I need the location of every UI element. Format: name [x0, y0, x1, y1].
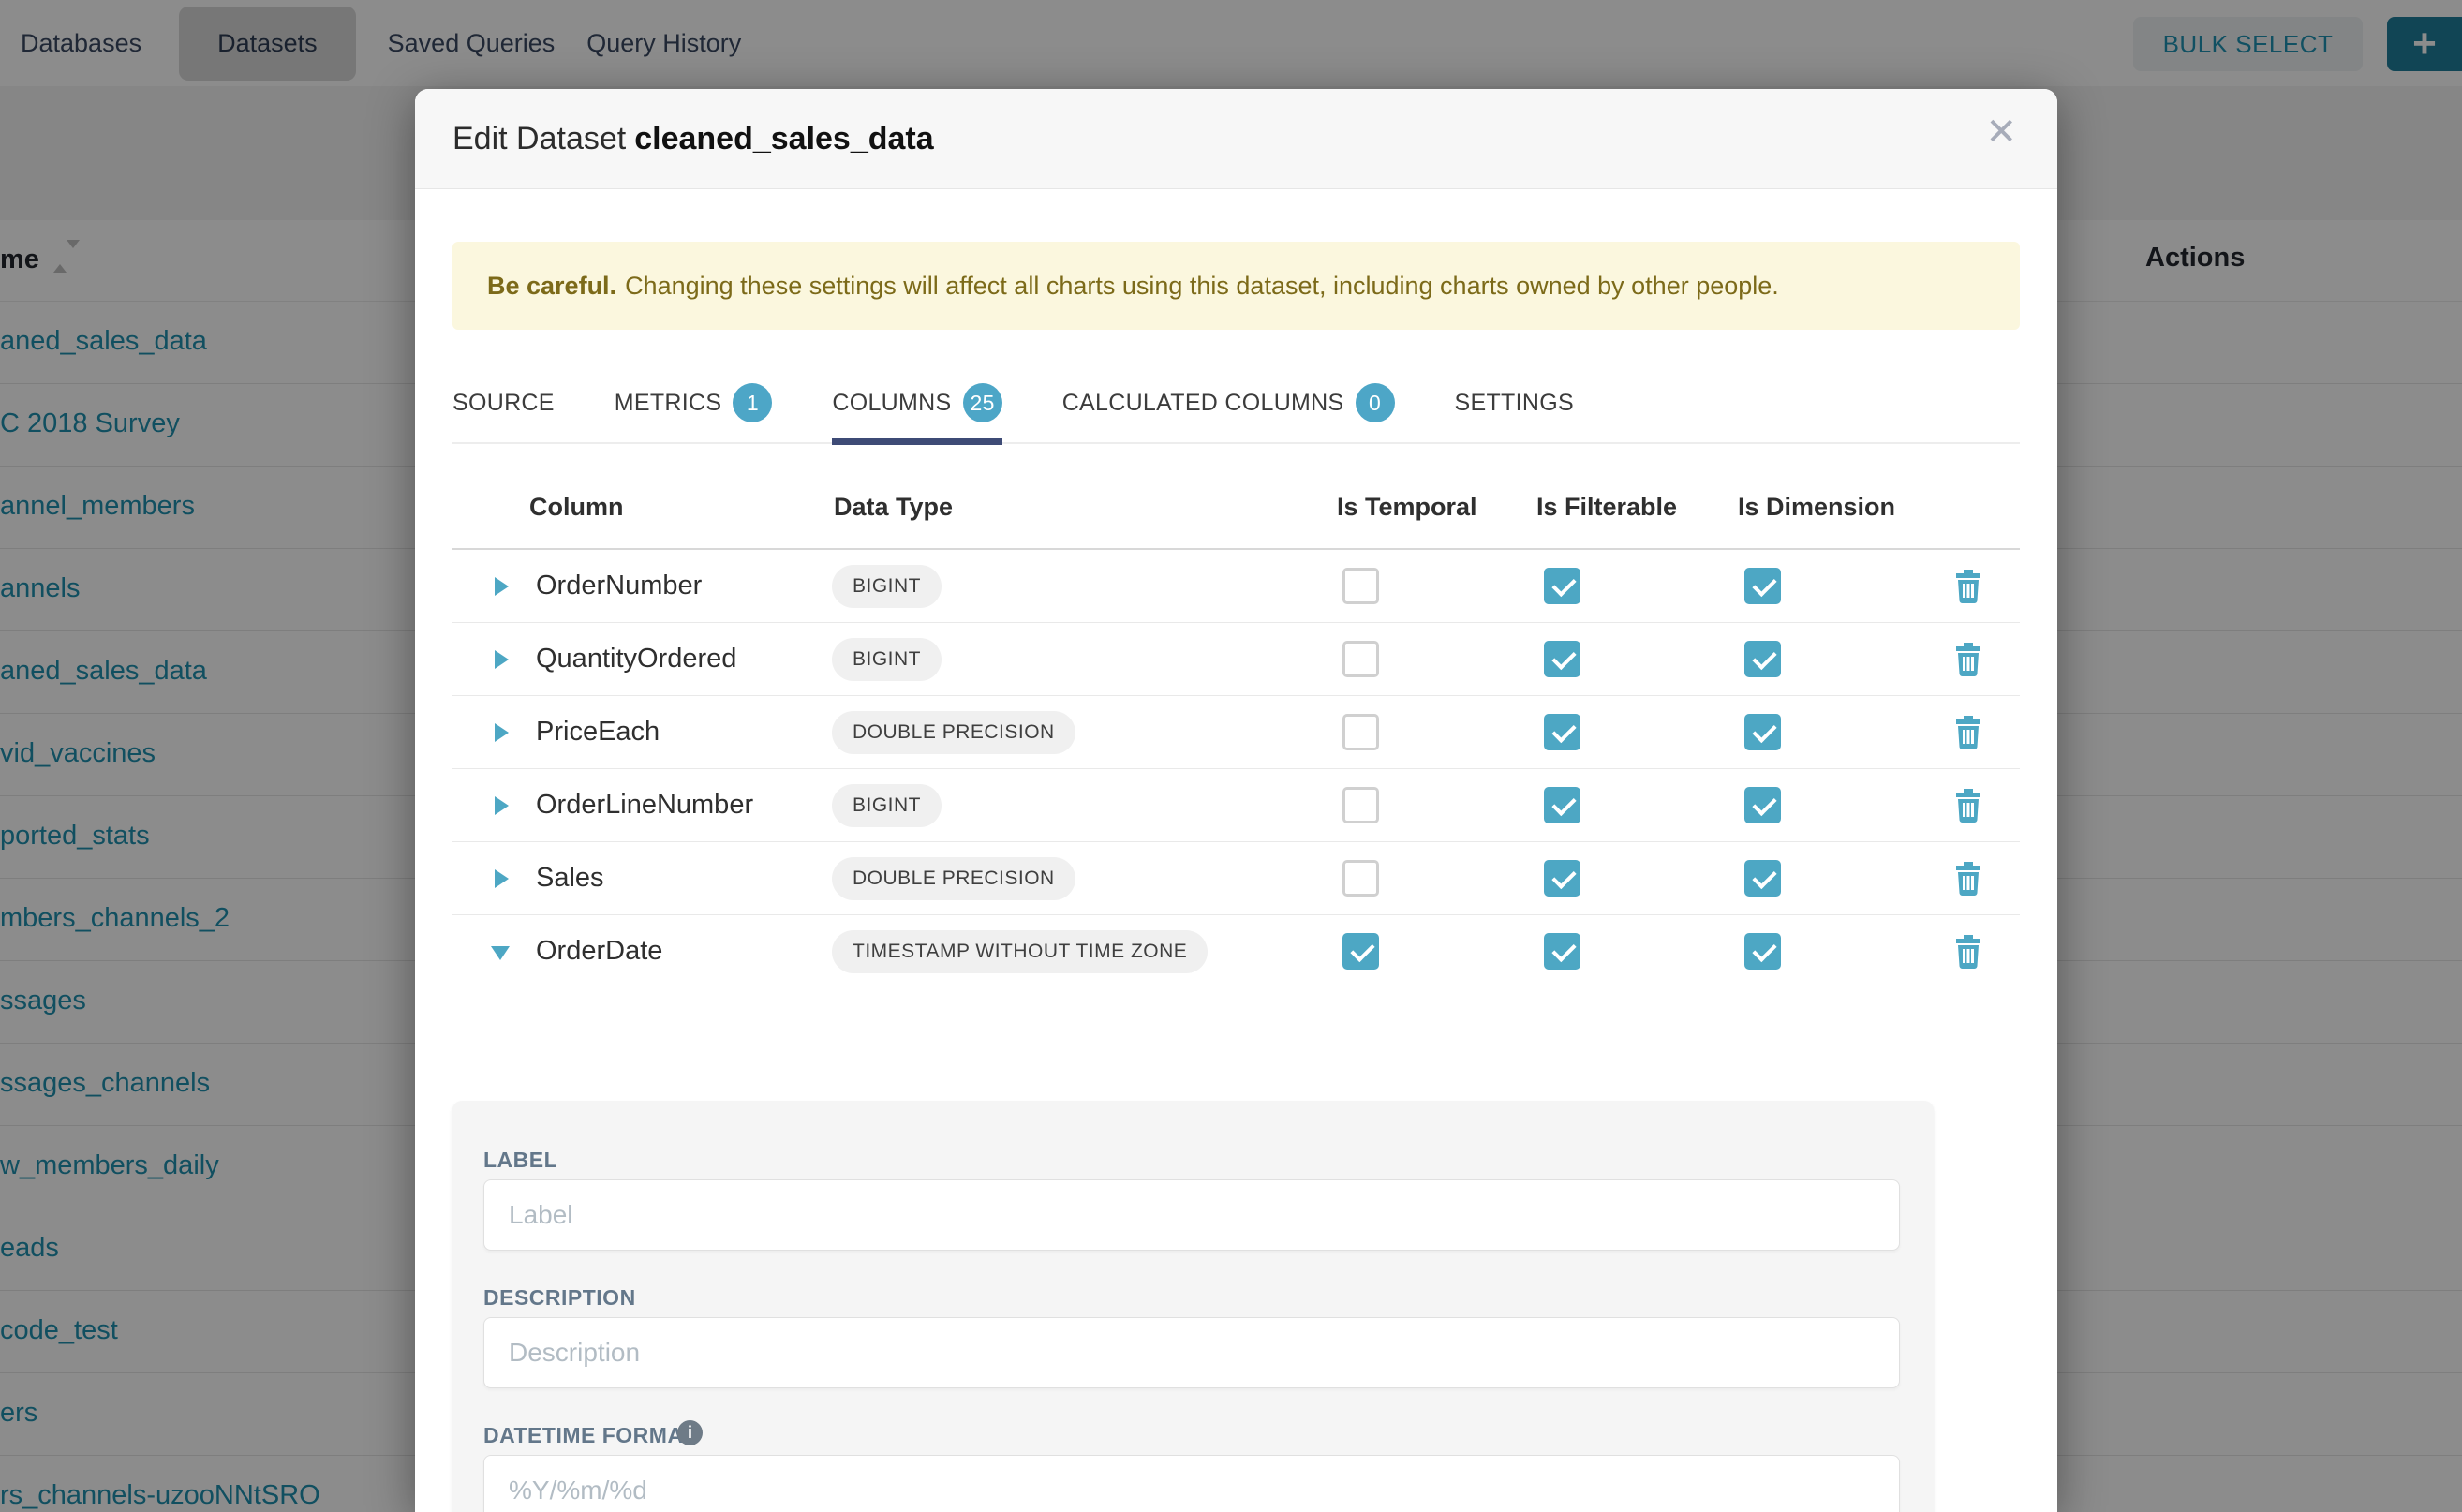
tab-calculated-columns[interactable]: CALCULATED COLUMNS 0 — [1062, 363, 1395, 443]
expand-caret-icon[interactable] — [495, 723, 509, 742]
delete-icon[interactable] — [1954, 935, 1982, 969]
column-header-datatype: Data Type — [834, 493, 953, 522]
modal-title: Edit Datasetcleaned_sales_data — [452, 121, 934, 157]
column-header-istemporal: Is Temporal — [1337, 493, 1477, 522]
column-header-column: Column — [529, 493, 624, 522]
delete-icon[interactable] — [1954, 789, 1982, 823]
label-input[interactable] — [483, 1179, 1900, 1251]
close-icon[interactable]: ✕ — [1985, 113, 2017, 151]
description-input[interactable] — [483, 1317, 1900, 1388]
expand-caret-icon[interactable] — [495, 650, 509, 669]
column-row-sales: Sales DOUBLE PRECISION — [452, 842, 2020, 915]
datetime-format-field-label: DATETIME FORMAT — [483, 1423, 695, 1448]
column-name: OrderLineNumber — [536, 790, 753, 821]
is-dimension-checkbox[interactable] — [1744, 787, 1781, 823]
label-field-label: LABEL — [483, 1148, 557, 1173]
columns-table: Column Data Type Is Temporal Is Filterab… — [452, 444, 2020, 988]
columns-table-header: Column Data Type Is Temporal Is Filterab… — [452, 444, 2020, 550]
column-name: PriceEach — [536, 717, 660, 748]
column-row-orderlinenumber: OrderLineNumber BIGINT — [452, 769, 2020, 842]
datatype-pill: DOUBLE PRECISION — [832, 711, 1075, 754]
description-field-label: DESCRIPTION — [483, 1285, 636, 1311]
is-dimension-checkbox[interactable] — [1744, 933, 1781, 970]
warning-banner-bold: Be careful. — [487, 272, 616, 301]
is-filterable-checkbox[interactable] — [1544, 714, 1580, 750]
delete-icon[interactable] — [1954, 716, 1982, 749]
column-row-orderdate: OrderDate TIMESTAMP WITHOUT TIME ZONE — [452, 915, 2020, 988]
tab-settings[interactable]: SETTINGS — [1455, 363, 1574, 443]
column-row-priceeach: PriceEach DOUBLE PRECISION — [452, 696, 2020, 769]
column-detail-panel: LABEL DESCRIPTION DATETIME FORMAT i — [452, 1101, 1934, 1512]
is-filterable-checkbox[interactable] — [1544, 568, 1580, 604]
edit-dataset-modal: Edit Datasetcleaned_sales_data ✕ Be care… — [415, 89, 2057, 1512]
expand-caret-icon[interactable] — [495, 577, 509, 596]
datatype-pill: BIGINT — [832, 565, 942, 608]
is-dimension-checkbox[interactable] — [1744, 714, 1781, 750]
modal-title-dataset: cleaned_sales_data — [634, 121, 933, 156]
is-filterable-checkbox[interactable] — [1544, 860, 1580, 897]
datatype-pill: TIMESTAMP WITHOUT TIME ZONE — [832, 930, 1208, 973]
info-icon[interactable]: i — [677, 1420, 703, 1445]
is-filterable-checkbox[interactable] — [1544, 641, 1580, 677]
datatype-pill: DOUBLE PRECISION — [832, 857, 1075, 900]
tab-label: COLUMNS — [832, 390, 951, 417]
tab-label: CALCULATED COLUMNS — [1062, 390, 1344, 417]
column-row-ordernumber: OrderNumber BIGINT — [452, 550, 2020, 623]
modal-tabs: SOURCE METRICS 1 COLUMNS 25 CALCULATED COL… — [452, 363, 2020, 444]
column-name: QuantityOrdered — [536, 644, 736, 674]
modal-header: Edit Datasetcleaned_sales_data ✕ — [415, 89, 2057, 189]
datatype-pill: BIGINT — [832, 638, 942, 681]
tab-count-badge: 25 — [963, 383, 1002, 422]
delete-icon[interactable] — [1954, 643, 1982, 676]
is-filterable-checkbox[interactable] — [1544, 787, 1580, 823]
column-row-quantityordered: QuantityOrdered BIGINT — [452, 623, 2020, 696]
tab-count-badge: 1 — [733, 383, 772, 422]
is-temporal-checkbox[interactable] — [1342, 714, 1379, 750]
warning-banner: Be careful. Changing these settings will… — [452, 242, 2020, 330]
modal-body: Be careful. Changing these settings will… — [415, 189, 2057, 1512]
screen: Databases Datasets Saved Queries Query H… — [0, 0, 2462, 1512]
is-temporal-checkbox[interactable] — [1342, 641, 1379, 677]
is-dimension-checkbox[interactable] — [1744, 860, 1781, 897]
is-temporal-checkbox[interactable] — [1342, 568, 1379, 604]
is-temporal-checkbox[interactable] — [1342, 933, 1379, 970]
is-temporal-checkbox[interactable] — [1342, 860, 1379, 897]
is-dimension-checkbox[interactable] — [1744, 641, 1781, 677]
column-header-isdimension: Is Dimension — [1738, 493, 1895, 522]
tab-metrics[interactable]: METRICS 1 — [615, 363, 773, 443]
column-header-isfilterable: Is Filterable — [1536, 493, 1677, 522]
delete-icon[interactable] — [1954, 570, 1982, 603]
tab-label: SOURCE — [452, 390, 555, 417]
tab-columns[interactable]: COLUMNS 25 — [832, 363, 1001, 443]
is-temporal-checkbox[interactable] — [1342, 787, 1379, 823]
datetime-format-input[interactable] — [483, 1455, 1900, 1512]
is-dimension-checkbox[interactable] — [1744, 568, 1781, 604]
tab-count-badge: 0 — [1356, 383, 1395, 422]
tab-label: SETTINGS — [1455, 390, 1574, 417]
tab-source[interactable]: SOURCE — [452, 363, 555, 443]
delete-icon[interactable] — [1954, 862, 1982, 896]
datatype-pill: BIGINT — [832, 784, 942, 827]
expand-caret-icon[interactable] — [495, 796, 509, 815]
is-filterable-checkbox[interactable] — [1544, 933, 1580, 970]
expand-caret-icon[interactable] — [495, 869, 509, 888]
warning-banner-text: Changing these settings will affect all … — [625, 272, 1779, 301]
collapse-caret-icon[interactable] — [491, 946, 510, 960]
column-name: OrderDate — [536, 936, 662, 967]
column-name: OrderNumber — [536, 571, 702, 601]
column-name: Sales — [536, 863, 604, 894]
tab-label: METRICS — [615, 390, 722, 417]
modal-title-prefix: Edit Dataset — [452, 121, 626, 156]
